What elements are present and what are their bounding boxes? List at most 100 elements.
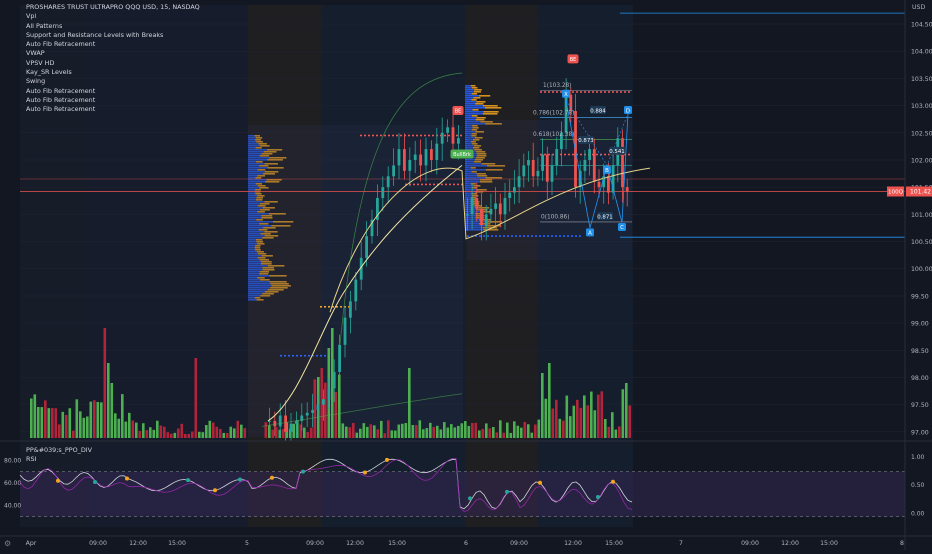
vp-day6-bar xyxy=(471,115,478,117)
resistance-dots xyxy=(413,183,415,186)
indicator-3[interactable]: Auto Fib Retracement xyxy=(26,40,200,49)
day5-candle xyxy=(451,127,455,144)
fib-dots xyxy=(600,91,602,93)
indicator-6[interactable]: Kay_SR Levels xyxy=(26,68,200,77)
chart-title[interactable]: PROSHARES TRUST ULTRAPRO QQQ USD, 15, NA… xyxy=(26,3,200,12)
volume-bar xyxy=(530,432,534,438)
volume-bar xyxy=(208,420,212,438)
indicator-9[interactable]: Auto Fib Retracement xyxy=(26,96,200,105)
level-dots xyxy=(320,354,322,357)
volume-bar xyxy=(425,428,429,438)
resistance-dots xyxy=(448,134,450,137)
support-dots xyxy=(479,235,481,237)
day5-candle xyxy=(311,410,314,413)
level-dots xyxy=(308,354,310,357)
day5-candle xyxy=(343,317,347,345)
ppo-label[interactable]: PP&#039;s_PPO_DIV xyxy=(26,446,92,455)
divergence-dot xyxy=(270,475,274,480)
volume-bar xyxy=(502,432,506,438)
volume-bar xyxy=(460,423,464,438)
indicator-7[interactable]: Swing xyxy=(26,77,200,86)
price-tick: 104.50 xyxy=(911,22,932,29)
volume-bar xyxy=(481,428,485,438)
settings-icon[interactable]: ⚙ xyxy=(4,539,11,548)
day6-candle xyxy=(545,154,549,182)
volume-bar xyxy=(572,405,576,438)
volume-bar xyxy=(369,424,373,438)
vp-day6-bar xyxy=(465,115,472,117)
fib-dots xyxy=(544,153,546,156)
day5-candle xyxy=(446,127,449,133)
fib-dots xyxy=(560,91,562,93)
day5-candle xyxy=(386,176,390,188)
volume-bar xyxy=(415,425,418,438)
volume-bar xyxy=(170,433,173,438)
pattern-label: C xyxy=(620,225,624,231)
volume-bar xyxy=(614,429,618,438)
vp-day6-bar xyxy=(465,113,483,115)
resistance-dots xyxy=(360,134,362,137)
rsi-label[interactable]: RSI xyxy=(26,455,92,464)
pattern-label: B xyxy=(605,168,609,174)
indicator-2[interactable]: Support and Resistance Levels with Break… xyxy=(26,31,200,40)
support-dots xyxy=(499,235,501,237)
volume-bar xyxy=(243,428,247,438)
day5-candle xyxy=(381,187,385,199)
indicator-0[interactable]: Vpl xyxy=(26,12,200,21)
volume-bar xyxy=(180,423,184,438)
support-dots xyxy=(467,235,469,237)
price-tick: 102.00 xyxy=(911,157,932,164)
resistance-dots xyxy=(420,134,422,137)
support-dots xyxy=(507,235,509,237)
level-dots xyxy=(340,305,342,308)
signal-label: BE xyxy=(455,109,462,115)
day5-candle xyxy=(316,404,320,411)
indicator-8[interactable]: Auto Fib Retracement xyxy=(26,87,200,96)
indicator-1[interactable]: All Patterns xyxy=(26,22,200,31)
fib-label: 0.786(102.78) xyxy=(533,110,574,116)
volume-bar xyxy=(495,432,499,438)
support-dots xyxy=(535,235,537,237)
support-dots xyxy=(579,235,581,237)
day6-candle xyxy=(625,187,629,192)
day5-candle xyxy=(354,279,358,302)
volume-bar xyxy=(82,417,86,438)
day6-candle xyxy=(475,198,479,209)
level-dots xyxy=(284,354,286,357)
indicator-10[interactable]: Auto Fib Retracement xyxy=(26,105,200,114)
divergence-dot xyxy=(93,480,97,485)
volume-bar xyxy=(226,432,229,438)
time-tick: 12:00 xyxy=(564,540,582,547)
indicator-5[interactable]: VPSV HD xyxy=(26,59,200,68)
volume-bar xyxy=(625,383,628,438)
volume-bar xyxy=(359,428,362,438)
support-dots xyxy=(495,235,497,237)
indicator-4[interactable]: VWAP xyxy=(26,49,200,58)
level-dots xyxy=(316,354,318,357)
time-tick: 15:00 xyxy=(605,540,623,547)
resistance-dots xyxy=(441,183,443,186)
price-tick: 102.50 xyxy=(911,130,932,137)
volume-bar xyxy=(334,391,338,438)
volume-bar xyxy=(534,424,537,438)
volume-bar xyxy=(303,427,306,438)
volume-bar xyxy=(474,422,478,438)
volume-bar xyxy=(387,420,390,438)
volume-bar xyxy=(558,418,562,438)
day6-candle xyxy=(470,198,474,215)
fib-dots xyxy=(544,91,546,93)
day6-candle xyxy=(466,214,469,216)
volume-bar xyxy=(324,382,327,438)
volume-bar xyxy=(37,407,40,438)
volume-bar xyxy=(555,399,558,438)
volume-bar xyxy=(264,422,268,438)
fib-dots xyxy=(596,153,598,156)
resistance-dots xyxy=(364,134,366,137)
fib-dots xyxy=(580,153,582,156)
volume-bar xyxy=(142,423,145,438)
resistance-dots xyxy=(408,134,410,137)
volume-bar xyxy=(506,422,509,438)
vp-day6-bar xyxy=(478,95,491,97)
day6-candle xyxy=(592,149,596,182)
volume-bar xyxy=(341,423,345,438)
